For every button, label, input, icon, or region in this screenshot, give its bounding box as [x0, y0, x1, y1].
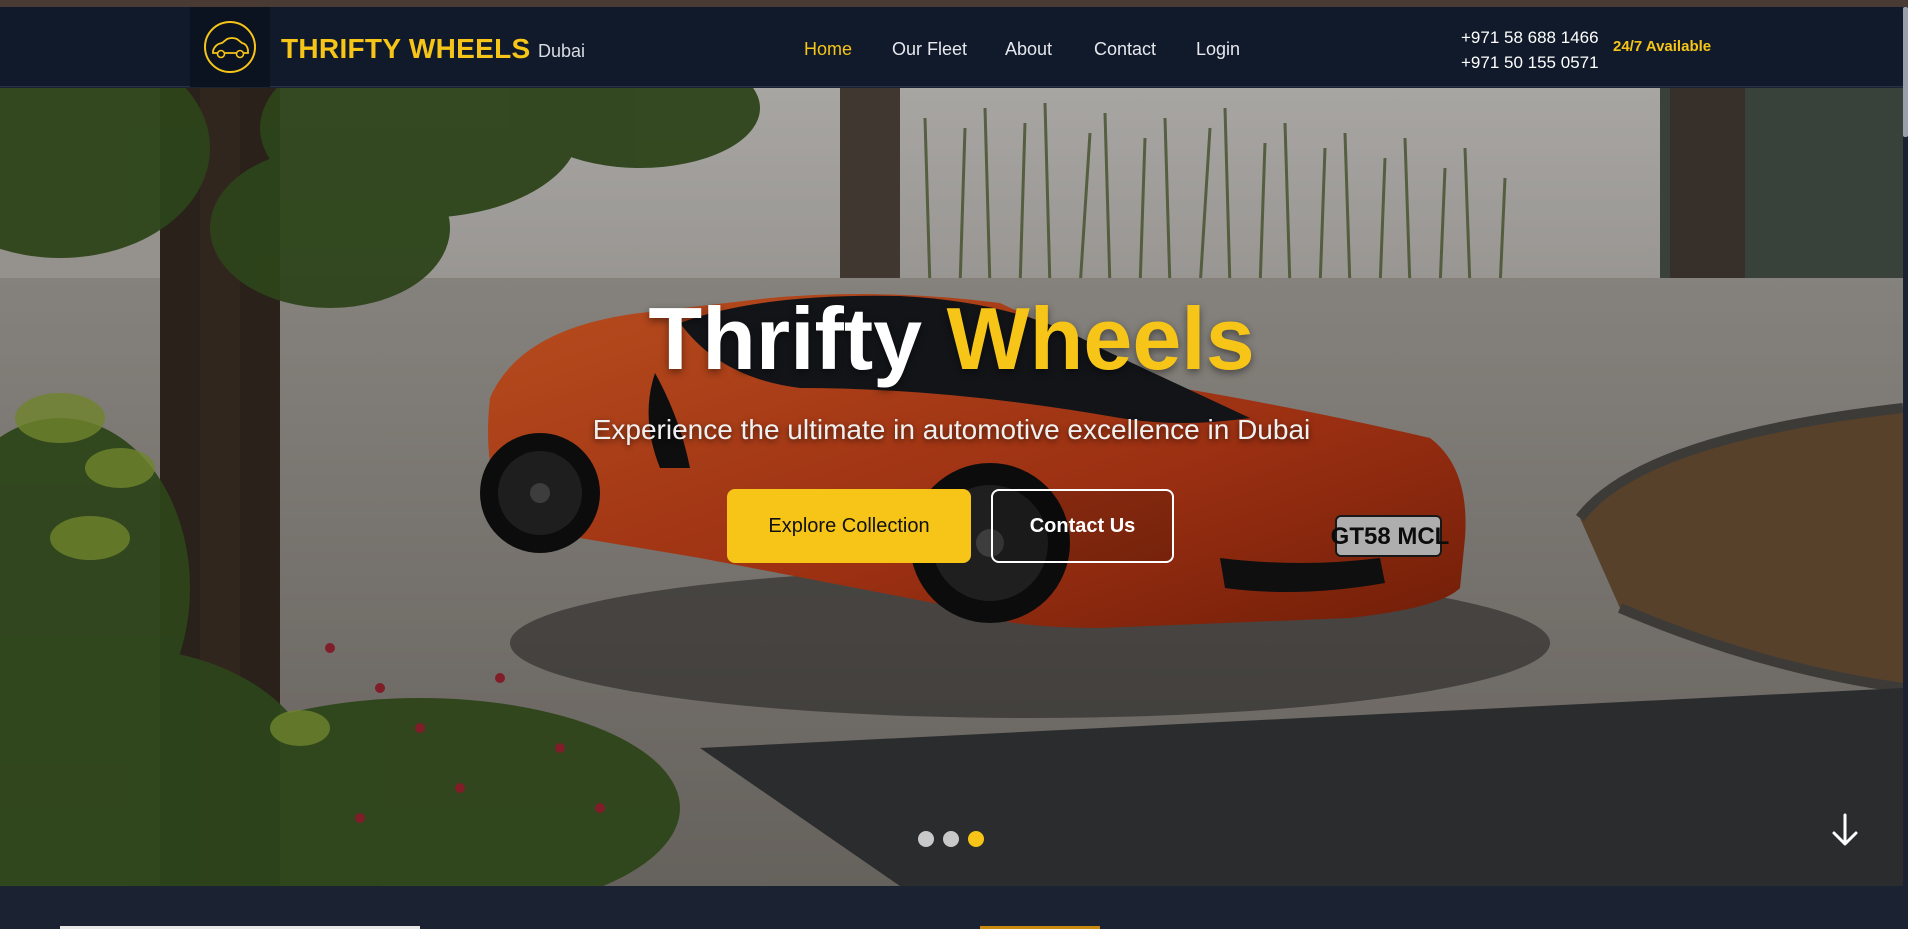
navbar: THRIFTY WHEELS Dubai Home Our Fleet Abou…: [0, 7, 1908, 87]
hero-title-part2: Wheels: [946, 289, 1255, 388]
brand-name[interactable]: THRIFTY WHEELS: [281, 33, 530, 65]
slide-dot-2[interactable]: [943, 831, 959, 847]
logo[interactable]: [190, 7, 270, 87]
next-section-preview: [0, 886, 1903, 929]
brand-location: Dubai: [538, 41, 586, 61]
slide-dot-3[interactable]: [968, 831, 984, 847]
nav-about[interactable]: About: [1005, 39, 1052, 60]
contact-us-button[interactable]: Contact Us: [991, 489, 1174, 563]
explore-collection-button[interactable]: Explore Collection: [727, 489, 971, 563]
hero-title-part1: Thrifty: [648, 289, 923, 388]
car-icon: [204, 21, 256, 73]
nav-our-fleet[interactable]: Our Fleet: [892, 39, 967, 60]
window-top-strip: [0, 0, 1908, 7]
scrollbar-thumb[interactable]: [1903, 7, 1908, 137]
nav-home[interactable]: Home: [804, 39, 852, 60]
arrow-down-icon[interactable]: [1830, 812, 1860, 848]
phone-number-1[interactable]: +971 58 688 1466: [1461, 25, 1599, 50]
nav-contact[interactable]: Contact: [1094, 39, 1156, 60]
phone-numbers: +971 58 688 1466 +971 50 155 0571: [1461, 25, 1599, 75]
hero-overlay: [0, 88, 1903, 886]
slide-dot-1[interactable]: [918, 831, 934, 847]
hero-title: Thrifty Wheels: [0, 288, 1903, 390]
nav-login[interactable]: Login: [1196, 39, 1240, 60]
phone-number-2[interactable]: +971 50 155 0571: [1461, 50, 1599, 75]
hero-section: GT58 MCL Thrifty Wheels Experience the u…: [0, 88, 1903, 886]
availability-badge: 24/7 Available: [1613, 38, 1712, 55]
hero-subtitle: Experience the ultimate in automotive ex…: [592, 414, 1311, 445]
